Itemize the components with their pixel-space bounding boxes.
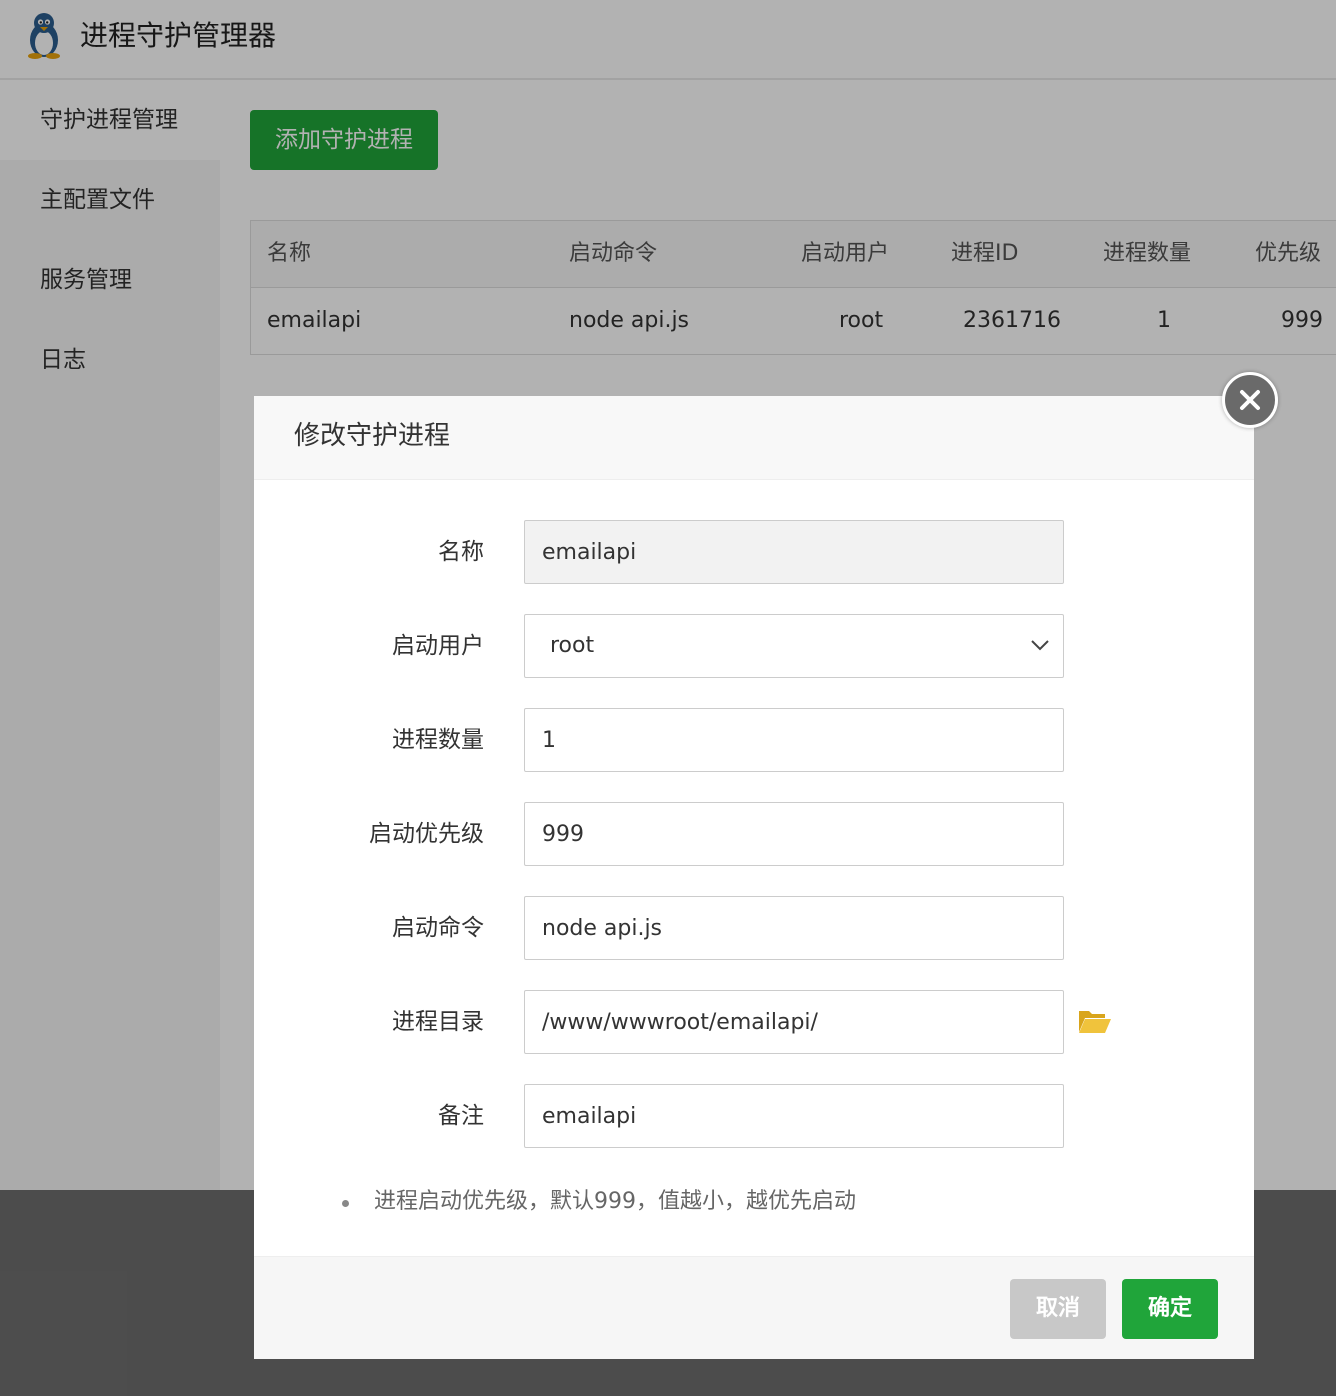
chevron-down-icon	[1031, 640, 1049, 651]
user-select-value: root	[550, 633, 595, 658]
count-label: 进程数量	[392, 727, 484, 753]
user-select[interactable]: root	[524, 614, 1064, 678]
name-label: 名称	[438, 539, 484, 565]
form-row-priority: 启动优先级	[254, 802, 1254, 866]
priority-field[interactable]	[524, 802, 1064, 866]
name-field	[524, 520, 1064, 584]
form-row-dir: 进程目录	[254, 990, 1254, 1054]
tip-bullet	[342, 1200, 349, 1207]
form-row-command: 启动命令	[254, 896, 1254, 960]
edit-daemon-dialog: 修改守护进程 名称 启动用户 root 进程数量 启动优先级 启动命令 进程目录	[254, 396, 1254, 1359]
dir-label: 进程目录	[392, 1009, 484, 1035]
priority-label: 启动优先级	[369, 821, 484, 847]
form-row-remark: 备注	[254, 1084, 1254, 1148]
form-row-count: 进程数量	[254, 708, 1254, 772]
confirm-button[interactable]: 确定	[1122, 1279, 1218, 1339]
form-row-user: 启动用户 root	[254, 614, 1254, 678]
close-dialog-button[interactable]	[1222, 372, 1278, 428]
remark-field[interactable]	[524, 1084, 1064, 1148]
directory-field[interactable]	[524, 990, 1064, 1054]
user-label: 启动用户	[392, 633, 484, 659]
dialog-footer: 取消 确定	[254, 1256, 1254, 1359]
folder-open-icon[interactable]	[1078, 1008, 1112, 1034]
dialog-header: 修改守护进程	[254, 396, 1254, 480]
remark-label: 备注	[438, 1103, 484, 1129]
close-icon	[1240, 390, 1260, 410]
process-count-field[interactable]	[524, 708, 1064, 772]
form-row-name: 名称	[254, 520, 1254, 584]
command-label: 启动命令	[392, 915, 484, 941]
priority-tip: 进程启动优先级，默认999，值越小，越优先启动	[374, 1189, 856, 1214]
command-field[interactable]	[524, 896, 1064, 960]
dialog-title: 修改守护进程	[294, 421, 451, 451]
cancel-button[interactable]: 取消	[1010, 1279, 1106, 1339]
